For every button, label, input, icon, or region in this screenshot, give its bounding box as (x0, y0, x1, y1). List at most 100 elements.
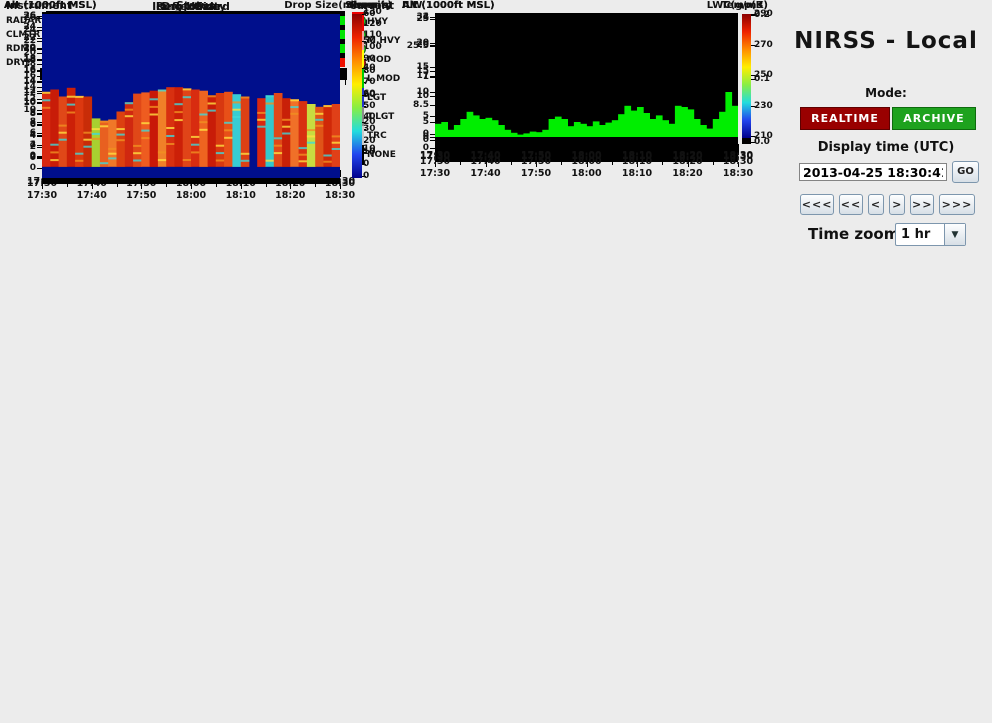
x-tick-label: 18:20 (671, 151, 705, 162)
ilw-field (435, 13, 738, 145)
ilw-plot (435, 13, 738, 145)
x-tick-mark (435, 145, 436, 150)
x-tick-label: 17:50 (124, 190, 158, 201)
x-tick-label: 18:00 (570, 151, 604, 162)
control-panel: NIRSS - Local Mode: REALTIME ARCHIVE Dis… (780, 22, 992, 262)
x-tick-label: 17:30 (25, 190, 59, 201)
x-tick-mark (713, 145, 714, 148)
y-tick-mark (430, 137, 435, 138)
y-tick-label: 16 (10, 71, 36, 81)
y-tick-mark (37, 53, 42, 54)
x-tick-mark (511, 145, 512, 148)
y-tick-label: 0 (403, 132, 429, 142)
y-tick-label: 2 (10, 152, 36, 162)
x-tick-mark (612, 145, 613, 148)
x-tick-mark (561, 145, 562, 148)
x-tick-label: 18:30 (721, 151, 755, 162)
y-tick-mark (37, 133, 42, 134)
time-nav-buttons: <<<<<<>>>>>> (800, 194, 975, 215)
y-tick-label: 18 (10, 59, 36, 69)
y-tick-label: 4 (10, 140, 36, 150)
y-tick-mark (37, 18, 42, 19)
nav-back-button[interactable]: << (839, 194, 863, 215)
drop-size-panel: Alt (1000ft MSL) Drop Size Drop Size(mic… (0, 0, 394, 211)
x-tick-label: 18:00 (174, 190, 208, 201)
mode-label: Mode: (780, 86, 992, 100)
x-tick-mark (290, 184, 291, 189)
y-tick-label: 26 (10, 13, 36, 23)
chevron-down-icon[interactable]: ▼ (944, 224, 965, 245)
y-tick-mark (37, 157, 42, 158)
x-tick-mark (460, 145, 461, 148)
time-zoom-label: Time zoom: (808, 225, 905, 243)
x-tick-mark (92, 184, 93, 189)
y-tick-label: 24 (10, 25, 36, 35)
go-button[interactable]: GO (952, 161, 979, 183)
x-tick-mark (191, 184, 192, 189)
y-tick-mark (37, 76, 42, 77)
y-tick-mark (37, 41, 42, 42)
x-tick-mark (141, 184, 142, 189)
y-tick-label: 2 (403, 12, 429, 22)
dropsize-field (42, 14, 340, 184)
dropsize-plot (42, 14, 340, 184)
y-tick-mark (37, 64, 42, 65)
display-time-input[interactable] (799, 163, 947, 181)
x-tick-mark (486, 145, 487, 150)
y-tick-label: 1 (403, 72, 429, 82)
nav-fwd-fast-button[interactable]: >>> (939, 194, 975, 215)
x-tick-mark (42, 184, 43, 189)
x-tick-mark (688, 145, 689, 150)
x-tick-label: 17:40 (75, 190, 109, 201)
x-tick-label: 18:20 (273, 190, 307, 201)
time-zoom-dropdown[interactable]: 1 hr ▼ (895, 223, 966, 246)
time-zoom-value: 1 hr (896, 224, 944, 245)
archive-button[interactable]: ARCHIVE (892, 107, 976, 130)
x-tick-label: 17:50 (519, 151, 553, 162)
ilw-axis-label: ILW (402, 0, 422, 11)
y-tick-label: 14 (10, 82, 36, 92)
y-tick-mark (37, 87, 42, 88)
y-tick-mark (430, 77, 435, 78)
y-tick-mark (37, 145, 42, 146)
y-tick-mark (37, 30, 42, 31)
colorbar-tick-label: 30 (363, 91, 376, 100)
x-tick-mark (266, 184, 267, 187)
x-tick-label: 18:10 (620, 151, 654, 162)
y-tick-label: 20 (10, 48, 36, 58)
x-tick-mark (587, 145, 588, 150)
nirss-app: Alt (1000ft MSL) Reflectivity dbz-min 26… (0, 0, 992, 723)
colorbar-tick-label: 60 (363, 10, 376, 19)
x-tick-mark (738, 145, 739, 150)
x-tick-mark (117, 184, 118, 187)
y-tick-mark (430, 17, 435, 18)
x-tick-label: 17:30 (418, 151, 452, 162)
y-tick-label: 22 (10, 36, 36, 46)
nav-step-back-button[interactable]: < (868, 194, 884, 215)
x-tick-mark (241, 184, 242, 189)
x-tick-label: 18:10 (224, 190, 258, 201)
nav-fwd-button[interactable]: >> (910, 194, 934, 215)
x-tick-mark (340, 184, 341, 189)
colorbar-tick-label: 40 (363, 64, 376, 73)
x-tick-mark (216, 184, 217, 187)
y-tick-mark (37, 110, 42, 111)
colorbar (352, 14, 362, 178)
app-title: NIRSS - Local (780, 28, 992, 54)
nav-back-fast-button[interactable]: <<< (800, 194, 834, 215)
x-tick-label: 17:40 (469, 151, 503, 162)
y-tick-label: 12 (10, 94, 36, 104)
y-tick-mark (37, 122, 42, 123)
colorbar-tick-label: 0 (363, 172, 369, 181)
x-tick-label: 18:30 (323, 190, 357, 201)
colorbar-tick-label: 50 (363, 37, 376, 46)
x-tick-mark (67, 184, 68, 187)
x-tick-mark (166, 184, 167, 187)
x-tick-mark (315, 184, 316, 187)
nav-step-fwd-button[interactable]: > (889, 194, 905, 215)
colorbar-tick-label: 10 (363, 145, 376, 154)
y-tick-label: 6 (10, 128, 36, 138)
realtime-button[interactable]: REALTIME (800, 107, 890, 130)
y-tick-label: 10 (10, 105, 36, 115)
y-tick-label: 8 (10, 117, 36, 127)
